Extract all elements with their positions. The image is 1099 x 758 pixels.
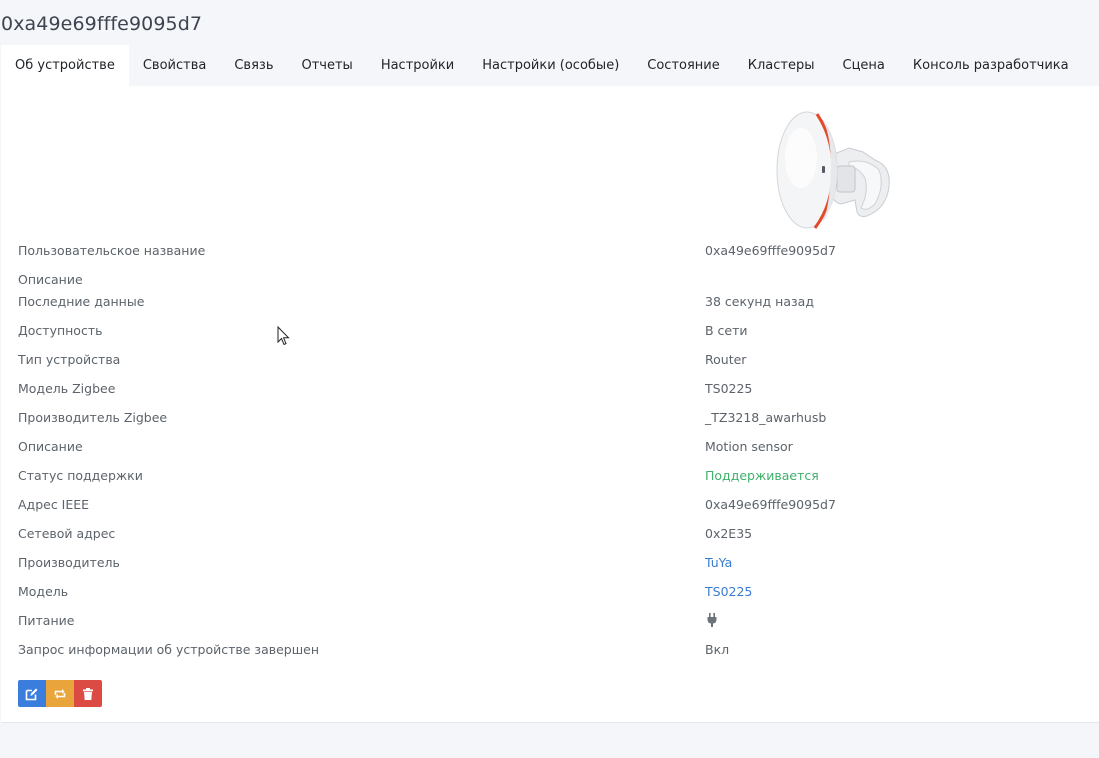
tab-about[interactable]: Об устройстве — [1, 45, 129, 86]
support-status-value: Поддерживается — [705, 468, 819, 483]
remove-button[interactable] — [74, 680, 102, 707]
row-manufacturer: Производитель TuYa — [1, 555, 1099, 577]
reconfigure-button[interactable] — [46, 680, 74, 707]
description-label: Описание — [18, 439, 83, 454]
row-description: Описание Motion sensor — [1, 439, 1099, 461]
row-zigbee-model: Модель Zigbee TS0225 — [1, 381, 1099, 403]
ieee-address-label: Адрес IEEE — [18, 497, 90, 512]
manufacturer-link[interactable]: TuYa — [705, 555, 732, 570]
support-status-label: Статус поддержки — [18, 468, 143, 483]
last-seen-label: Последние данные — [18, 294, 145, 309]
interview-completed-label: Запрос информации об устройстве завершен — [18, 642, 320, 657]
zigbee-manufacturer-value: _TZ3218_awarhusb — [705, 410, 827, 425]
description-value: Motion sensor — [705, 439, 793, 454]
trash-icon — [83, 687, 93, 700]
device-type-label: Тип устройства — [18, 352, 121, 367]
row-model: Модель TS0225 — [1, 584, 1099, 606]
refresh-icon — [54, 688, 66, 699]
last-seen-value: 38 секунд назад — [705, 294, 814, 309]
zigbee-manufacturer-label: Производитель Zigbee — [18, 410, 168, 425]
model-label: Модель — [18, 584, 69, 599]
power-value — [705, 613, 719, 630]
availability-label: Доступность — [18, 323, 103, 338]
model-link[interactable]: TS0225 — [705, 584, 752, 599]
tab-settings[interactable]: Настройки — [367, 45, 468, 86]
tab-clusters[interactable]: Кластеры — [734, 45, 829, 86]
mouse-pointer-icon — [277, 326, 290, 346]
edit-icon — [25, 688, 38, 700]
network-address-value: 0x2E35 — [705, 526, 753, 541]
friendly-name-label: Пользовательское название — [18, 243, 206, 258]
row-interview-completed: Запрос информации об устройстве завершен… — [1, 642, 1099, 664]
device-info-card: Пользовательское название 0xa49e69fffe90… — [1, 86, 1099, 723]
zigbee-model-label: Модель Zigbee — [18, 381, 116, 396]
tab-dev-console[interactable]: Консоль разработчика — [899, 45, 1083, 86]
interview-completed-value: Вкл — [705, 642, 730, 657]
network-address-label: Сетевой адрес — [18, 526, 116, 541]
row-friendly-name: Пользовательское название 0xa49e69fffe90… — [1, 243, 1099, 265]
tab-bind[interactable]: Связь — [220, 45, 287, 86]
tab-settings-specific[interactable]: Настройки (особые) — [468, 45, 633, 86]
tab-bar: Об устройстве Свойства Связь Отчеты Наст… — [1, 45, 1083, 86]
availability-value: В сети — [705, 323, 748, 338]
row-device-type: Тип устройства Router — [1, 352, 1099, 374]
tab-exposes[interactable]: Свойства — [129, 45, 221, 86]
friendly-name-value: 0xa49e69fffe9095d7 — [705, 243, 836, 258]
row-network-address: Сетевой адрес 0x2E35 — [1, 526, 1099, 548]
device-image — [776, 111, 890, 229]
manufacturer-label: Производитель — [18, 555, 120, 570]
description-edit-label: Описание — [18, 272, 83, 287]
device-actions — [18, 680, 102, 707]
row-description-edit: Описание — [1, 272, 1099, 294]
row-power: Питание — [1, 613, 1099, 635]
row-support-status: Статус поддержки Поддерживается — [1, 468, 1099, 490]
power-label: Питание — [18, 613, 75, 628]
row-zigbee-manufacturer: Производитель Zigbee _TZ3218_awarhusb — [1, 410, 1099, 432]
page-title: 0xa49e69fffe9095d7 — [1, 13, 203, 35]
tab-scene[interactable]: Сцена — [829, 45, 899, 86]
device-type-value: Router — [705, 352, 747, 367]
plug-icon — [707, 613, 717, 627]
edit-button[interactable] — [18, 680, 46, 707]
ieee-address-value: 0xa49e69fffe9095d7 — [705, 497, 836, 512]
row-availability: Доступность В сети — [1, 323, 1099, 345]
row-ieee-address: Адрес IEEE 0xa49e69fffe9095d7 — [1, 497, 1099, 519]
tab-state[interactable]: Состояние — [633, 45, 733, 86]
row-last-seen: Последние данные 38 секунд назад — [1, 294, 1099, 316]
tab-reporting[interactable]: Отчеты — [287, 45, 366, 86]
zigbee-model-value: TS0225 — [705, 381, 753, 396]
